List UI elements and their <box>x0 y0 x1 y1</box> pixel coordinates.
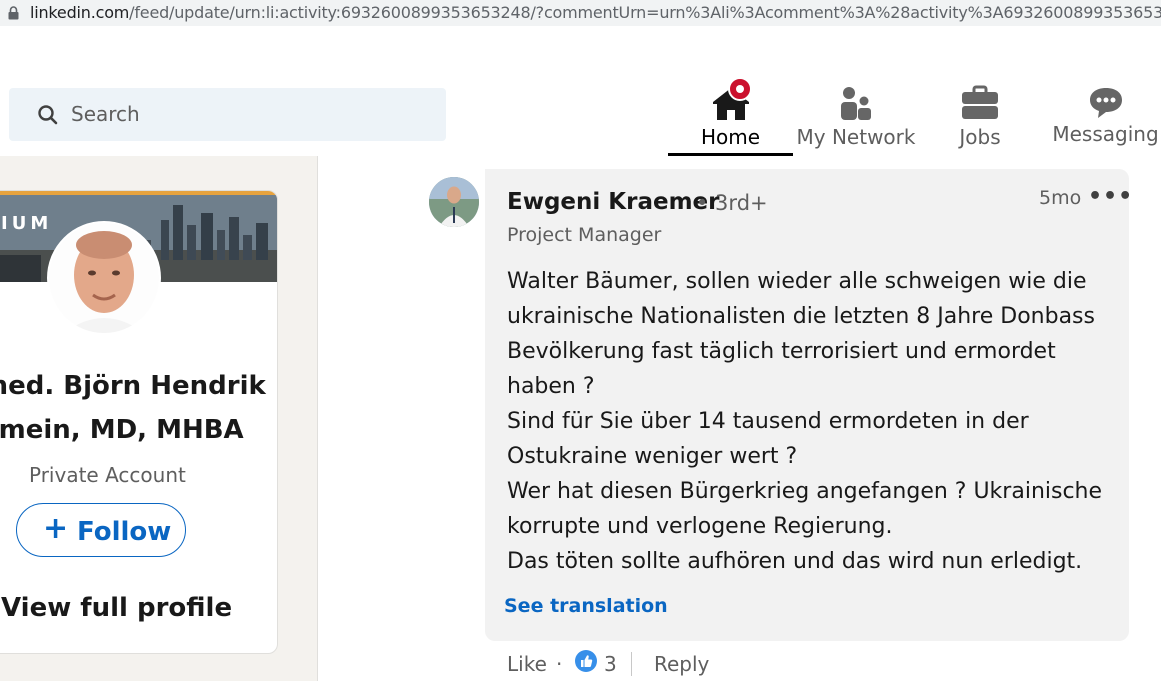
profile-avatar[interactable] <box>47 221 161 335</box>
nav-home[interactable]: Home <box>668 74 793 156</box>
message-icon <box>1089 88 1122 118</box>
nav-jobs-label: Jobs <box>959 125 1001 149</box>
search-input[interactable]: Search <box>71 102 140 126</box>
notification-badge <box>728 77 752 101</box>
banner-text: IUM <box>1 213 53 234</box>
nav-messaging-label: Messaging <box>1052 122 1159 146</box>
separator-dot: · <box>556 652 563 676</box>
see-translation-link[interactable]: See translation <box>504 595 668 617</box>
profile-name-line-2[interactable]: emein, MD, MHBA <box>0 415 277 445</box>
view-full-profile-link[interactable]: View full profile <box>1 593 232 623</box>
comment-line: Wer hat diesen Bürgerkrieg angefangen ? … <box>507 479 1103 504</box>
comment-line: Walter Bäumer, sollen wieder alle schwei… <box>507 269 1087 294</box>
commenter-photo <box>429 177 479 227</box>
profile-status: Private Account <box>29 463 186 487</box>
comment-line: haben ? <box>507 374 595 399</box>
comment-text: Walter Bäumer, sollen wieder alle schwei… <box>507 264 1117 579</box>
search-box[interactable]: Search <box>9 88 446 141</box>
comment-line: Bevölkerung fast täglich terrorisiert un… <box>507 339 1056 364</box>
action-divider <box>631 652 632 676</box>
plus-icon: + <box>43 511 69 546</box>
comment-line: Sind für Sie über 14 tausend ermordeten … <box>507 409 1029 434</box>
commenter-name[interactable]: Ewgeni Kraemer <box>507 189 719 215</box>
nav-jobs[interactable]: Jobs <box>934 74 1026 156</box>
profile-photo <box>49 223 159 333</box>
url-host: linkedin.com <box>30 3 130 22</box>
like-reaction-icon[interactable] <box>575 650 597 672</box>
comment-line: korrupte und verlogene Regierung. <box>507 514 893 539</box>
url-path: /feed/update/urn:li:activity:69326008993… <box>129 3 1161 22</box>
search-icon <box>38 105 58 125</box>
comment-timestamp: 5mo <box>1039 187 1082 209</box>
comment-line: Ostukraine weniger wert ? <box>507 444 798 469</box>
follow-button[interactable]: + Follow <box>16 503 186 557</box>
commenter-avatar[interactable] <box>429 177 479 227</box>
lock-icon <box>8 6 19 20</box>
commenter-headline: Project Manager <box>507 224 662 246</box>
nav-my-network-label: My Network <box>796 125 916 149</box>
more-options-icon[interactable]: ••• <box>1088 184 1133 209</box>
nav-messaging[interactable]: Messaging <box>1050 74 1161 156</box>
briefcase-icon <box>962 85 998 119</box>
comment-line: ukrainische Nationalisten die letzten 8 … <box>507 304 1095 329</box>
people-icon <box>841 87 871 120</box>
top-navigation: Search Home My Network Jobs Messaging <box>0 26 1161 157</box>
nav-my-network[interactable]: My Network <box>796 74 916 156</box>
reply-button[interactable]: Reply <box>654 652 709 676</box>
profile-name-line-1[interactable]: med. Björn Hendrik <box>0 371 277 401</box>
connection-degree: • 3rd+ <box>696 191 768 215</box>
follow-label: Follow <box>77 517 172 547</box>
url-text[interactable]: linkedin.com/feed/update/urn:li:activity… <box>30 3 1161 22</box>
thumbs-up-icon <box>581 655 593 667</box>
browser-address-bar[interactable]: linkedin.com/feed/update/urn:li:activity… <box>0 0 1161 27</box>
nav-home-label: Home <box>700 125 761 149</box>
profile-card: IUM med. Björn Hendrik emein, MD, MHBA P… <box>0 190 278 654</box>
like-button[interactable]: Like <box>507 652 547 676</box>
reaction-count[interactable]: 3 <box>604 652 617 676</box>
comment-line: Das töten sollte aufhören und das wird n… <box>507 549 1083 574</box>
